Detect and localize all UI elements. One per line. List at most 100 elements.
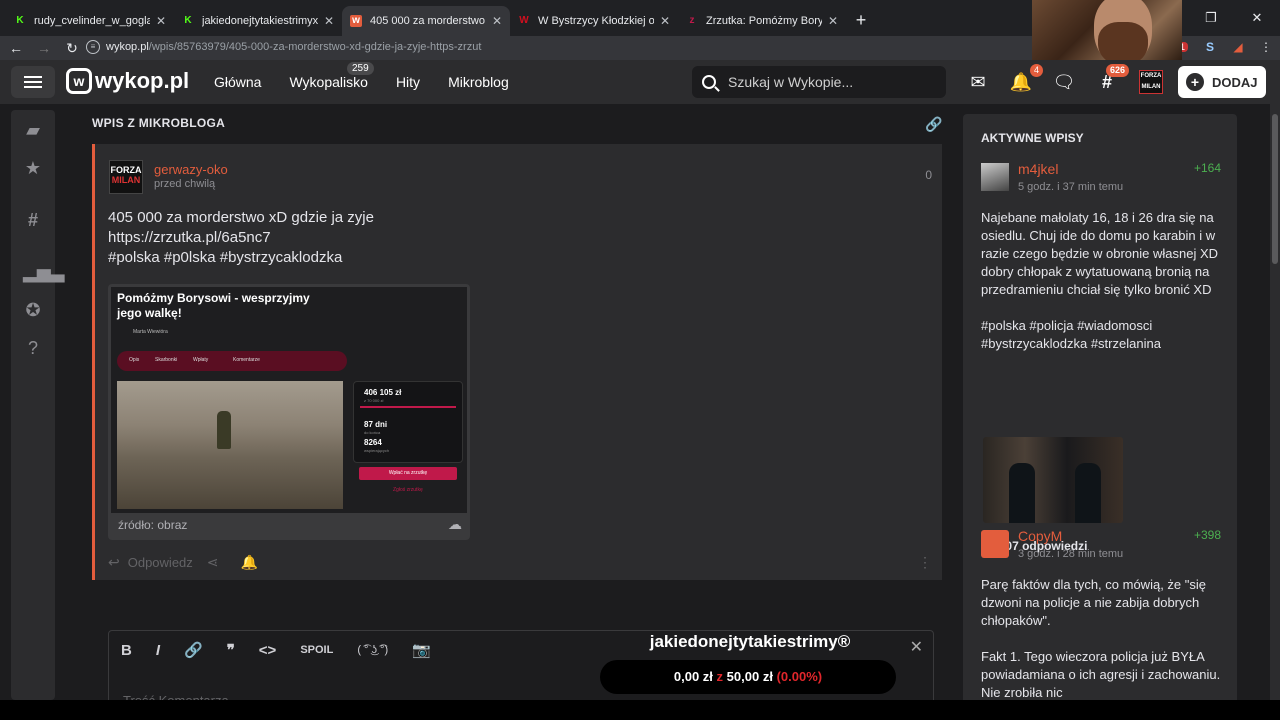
nav-item-mikroblog[interactable]: Mikroblog (448, 74, 509, 90)
back-icon[interactable]: ← (4, 40, 28, 56)
browser-tab[interactable]: K rudy_cvelinder_w_goglach Strea ✕ (6, 6, 174, 36)
extension-s-icon[interactable]: S (1196, 40, 1224, 54)
badge-icon[interactable]: ✪ (23, 300, 43, 320)
extension-arrow-icon[interactable]: ◢ (1224, 40, 1252, 54)
permalink-icon[interactable]: 🔗 (925, 116, 942, 133)
author-link[interactable]: gerwazy-oko (154, 162, 228, 177)
embed-tab: Wpłaty (193, 357, 209, 363)
kick-favicon-icon: K (184, 15, 192, 26)
nav-item-wykopalisko[interactable]: Wykopalisko (289, 74, 367, 90)
browser-menu-icon[interactable]: ⋮ (1252, 40, 1280, 54)
post-link[interactable]: https://zrzutka.pl/6a5nc7 (108, 228, 374, 248)
hamburger-menu-button[interactable] (11, 66, 55, 98)
window-close-icon[interactable]: ✕ (1234, 0, 1280, 36)
entry-thumbnail[interactable] (983, 437, 1123, 523)
tab-close-icon[interactable]: ✕ (156, 14, 166, 28)
download-cloud-icon[interactable]: ☁ (448, 516, 462, 533)
camera-icon[interactable]: 📷 (412, 641, 431, 659)
add-button[interactable]: + DODAJ (1178, 66, 1266, 98)
tab-title: W Bystrzycy Kłodzkiej obowiązu (538, 15, 654, 27)
embed-donate-button: Wpłać na zrzutkę (359, 467, 457, 480)
screen: K rudy_cvelinder_w_goglach Strea ✕ K jak… (0, 0, 1280, 720)
tab-close-icon[interactable]: ✕ (660, 14, 670, 28)
tab-close-icon[interactable]: ✕ (828, 14, 838, 28)
author-avatar[interactable]: FORZA MILAN (109, 160, 143, 194)
header-icons: ✉ 🔔 4 🗨 #626 (964, 64, 1136, 98)
post-body: 405 000 za morderstwo xD gdzie ja zyje h… (108, 208, 374, 268)
maximize-icon[interactable]: ❐ (1188, 0, 1234, 36)
tab-close-icon[interactable]: ✕ (324, 14, 334, 28)
goal-raised: 0,00 zł (673, 669, 713, 684)
embed-tab: Skarbonki (155, 357, 178, 363)
help-icon[interactable]: ? (23, 338, 43, 358)
default-avatar-icon[interactable] (981, 530, 1009, 558)
lenny-face-button[interactable]: ( ͡° ͜ʖ ͡°) (357, 644, 388, 656)
user-avatar[interactable]: FORZA MILAN (1139, 70, 1163, 94)
wykop-logo[interactable]: w wykop.pl (66, 68, 189, 94)
browser-tab[interactable]: z Zrzutka: Pomóżmy Borysowi - w ✕ (678, 6, 846, 36)
reload-icon[interactable]: ↻ (60, 40, 84, 57)
tab-close-icon[interactable]: ✕ (492, 14, 502, 28)
browser-tab[interactable]: K jakiedonejtytakiestrimyxD Strea ✕ (174, 6, 342, 36)
page-scrollbar[interactable] (1270, 104, 1280, 700)
main-nav: Główna Wykopalisko Hity Mikroblog (214, 74, 537, 90)
vote-count[interactable]: 0 (925, 168, 932, 182)
url-path: /wpis/85763979/405-000-za-morderstwo-xd-… (148, 41, 482, 53)
search-input[interactable]: Szukaj w Wykopie... (692, 66, 946, 98)
nav-item-glowna[interactable]: Główna (214, 74, 261, 90)
spoiler-button[interactable]: SPOIL (300, 644, 333, 656)
conversations-icon[interactable]: 🗨 (1050, 66, 1078, 98)
site-info-icon[interactable]: ≡ (86, 40, 100, 54)
section-title: WPIS Z MIKROBLOGA (92, 116, 226, 130)
entry-avatar[interactable] (981, 163, 1009, 191)
browser-tab-active[interactable]: w 405 000 za morderstwo xD gdzi ✕ (342, 6, 510, 36)
favorites-star-icon[interactable]: ★ (23, 158, 43, 178)
composer-close-icon[interactable]: ✕ (910, 637, 923, 657)
avatar-text-2: MILAN (111, 175, 141, 185)
post-tags[interactable]: #polska #p0lska #bystrzycaklodzka (108, 248, 374, 268)
tab-title: 405 000 za morderstwo xD gdzi (370, 15, 486, 27)
tags-icon[interactable]: #626 (1093, 64, 1129, 98)
new-tab-button[interactable]: + (846, 6, 876, 36)
embed-goal: z 70 000 zł (364, 398, 384, 403)
left-sidebar: ▰ ★ # ▂▅▃ ✪ ? (11, 110, 65, 700)
reply-icon[interactable]: ↩ (108, 554, 120, 571)
bold-button[interactable]: B (121, 642, 132, 659)
active-entry[interactable]: CopyM 3 godz. i 28 min temu +398 Parę fa… (981, 528, 1221, 714)
link-button[interactable]: 🔗 (184, 641, 203, 659)
goal-progress: 0,00 zł z 50,00 zł (0.00%) (600, 660, 896, 694)
goal-target: 50,00 zł (726, 669, 773, 684)
reply-button[interactable]: Odpowiedz (128, 555, 193, 570)
browser-tab[interactable]: W W Bystrzycy Kłodzkiej obowiązu ✕ (510, 6, 678, 36)
embed-supporters-label: wspierających (364, 448, 390, 453)
forward-icon[interactable]: → (32, 40, 56, 56)
entry-text: Parę faktów dla tych, co mówią, że "się … (981, 577, 1221, 700)
hashtag-icon[interactable]: # (23, 210, 43, 230)
composer-toolbar: B I 🔗 ❞ <> SPOIL ( ͡° ͜ʖ ͡°) 📷 (121, 641, 455, 660)
entry-author[interactable]: m4jkel (1018, 161, 1058, 177)
search-icon (702, 75, 716, 89)
embed-tab: Opis (129, 357, 140, 363)
thumb-figure (1075, 463, 1101, 523)
quote-button[interactable]: ❞ (227, 641, 235, 659)
goal-percent: (0.00%) (776, 669, 823, 684)
address-bar[interactable]: ≡ wykop.pl/wpis/85763979/405-000-za-mord… (86, 38, 1026, 56)
code-button[interactable]: <> (259, 642, 277, 659)
nav-item-hity[interactable]: Hity (396, 74, 420, 90)
embedded-image[interactable]: Pomóżmy Borysowi - wesprzyjmy jego walkę… (108, 284, 470, 540)
share-icon[interactable]: ⋖ (207, 554, 219, 571)
links-icon[interactable]: ▰ (23, 120, 43, 140)
notifications-icon[interactable]: 🔔 4 (1007, 64, 1043, 98)
tab-title: rudy_cvelinder_w_goglach Strea (34, 15, 150, 27)
italic-button[interactable]: I (156, 642, 160, 659)
ranking-icon[interactable]: ▂▅▃ (23, 262, 65, 282)
observe-bell-icon[interactable]: 🔔 (241, 554, 258, 571)
entry-time: 3 godz. i 28 min temu (1018, 548, 1124, 560)
embed-tabs: Opis Skarbonki Wpłaty Komentarze (117, 351, 347, 371)
active-entry[interactable]: m4jkel 5 godz. i 37 min temu +164 Najeba… (981, 161, 1221, 563)
logo-text: wykop.pl (95, 68, 190, 93)
messages-icon[interactable]: ✉ (964, 66, 992, 98)
entry-author[interactable]: CopyM (1018, 528, 1062, 544)
scrollbar-thumb[interactable] (1272, 114, 1278, 264)
more-options-icon[interactable]: ⋮ (918, 554, 932, 571)
